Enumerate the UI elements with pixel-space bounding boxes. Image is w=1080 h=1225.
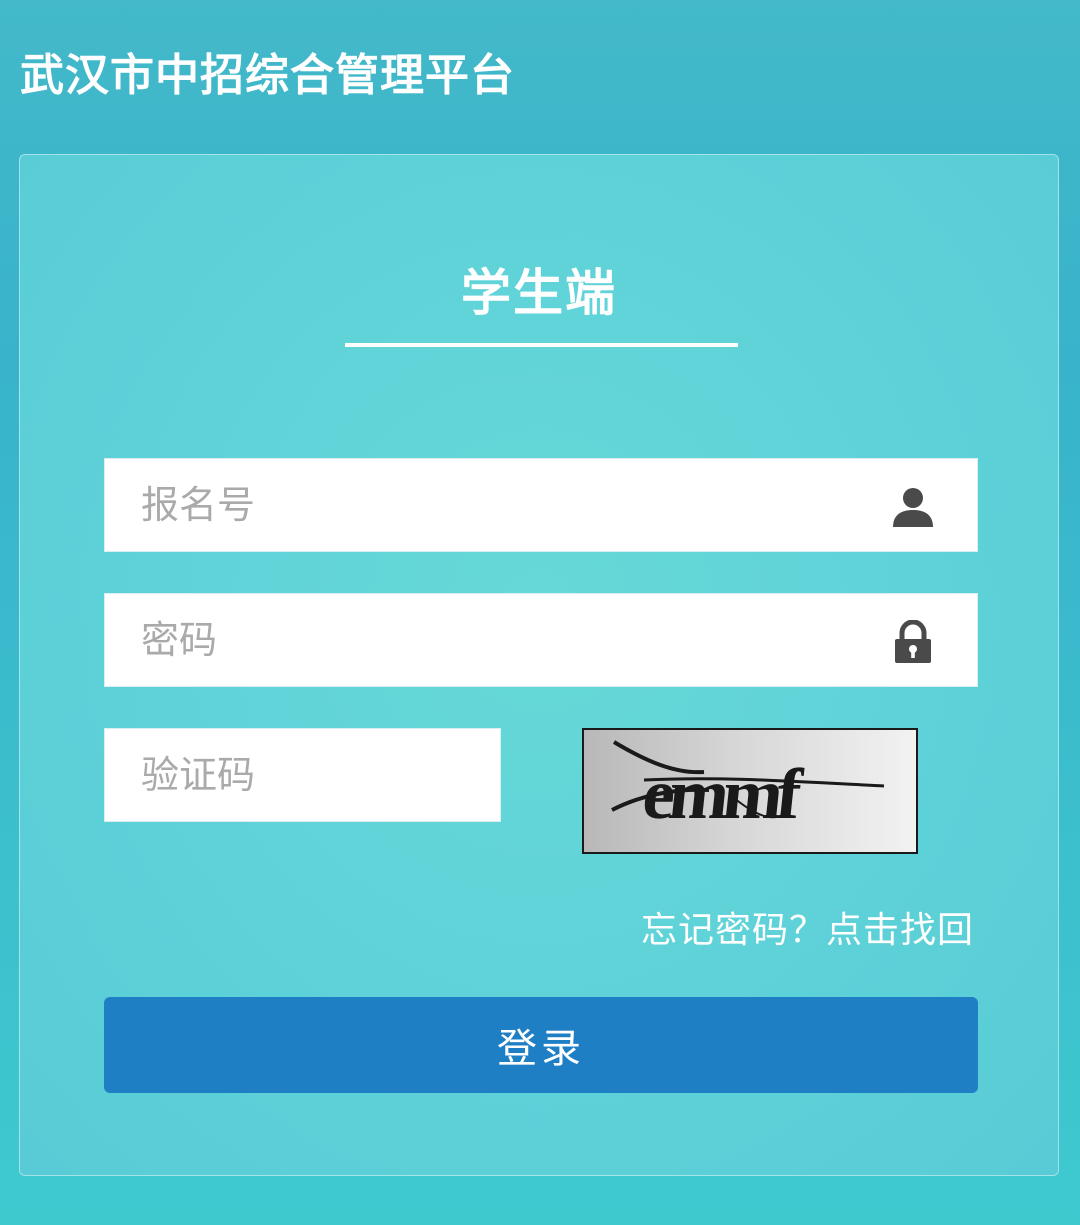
captcha-field[interactable] bbox=[104, 728, 501, 822]
captcha-input[interactable] bbox=[141, 729, 471, 821]
forgot-password-link[interactable]: 忘记密码？点击找回 bbox=[641, 907, 974, 955]
captcha-image[interactable]: emmf bbox=[582, 728, 918, 854]
app-title: 武汉市中招综合管理平台 bbox=[20, 50, 515, 101]
login-button[interactable]: 登录 bbox=[104, 997, 978, 1093]
password-input[interactable] bbox=[141, 594, 861, 686]
password-field[interactable] bbox=[104, 593, 978, 687]
user-icon bbox=[893, 488, 933, 527]
username-input[interactable] bbox=[141, 459, 861, 551]
lock-icon bbox=[895, 620, 931, 663]
username-field[interactable] bbox=[104, 458, 978, 552]
login-title: 学生端 bbox=[461, 264, 617, 322]
login-card: 学生端 emmf 忘记密码？点击找回 登录 bbox=[19, 154, 1059, 1176]
title-underline bbox=[345, 343, 738, 347]
